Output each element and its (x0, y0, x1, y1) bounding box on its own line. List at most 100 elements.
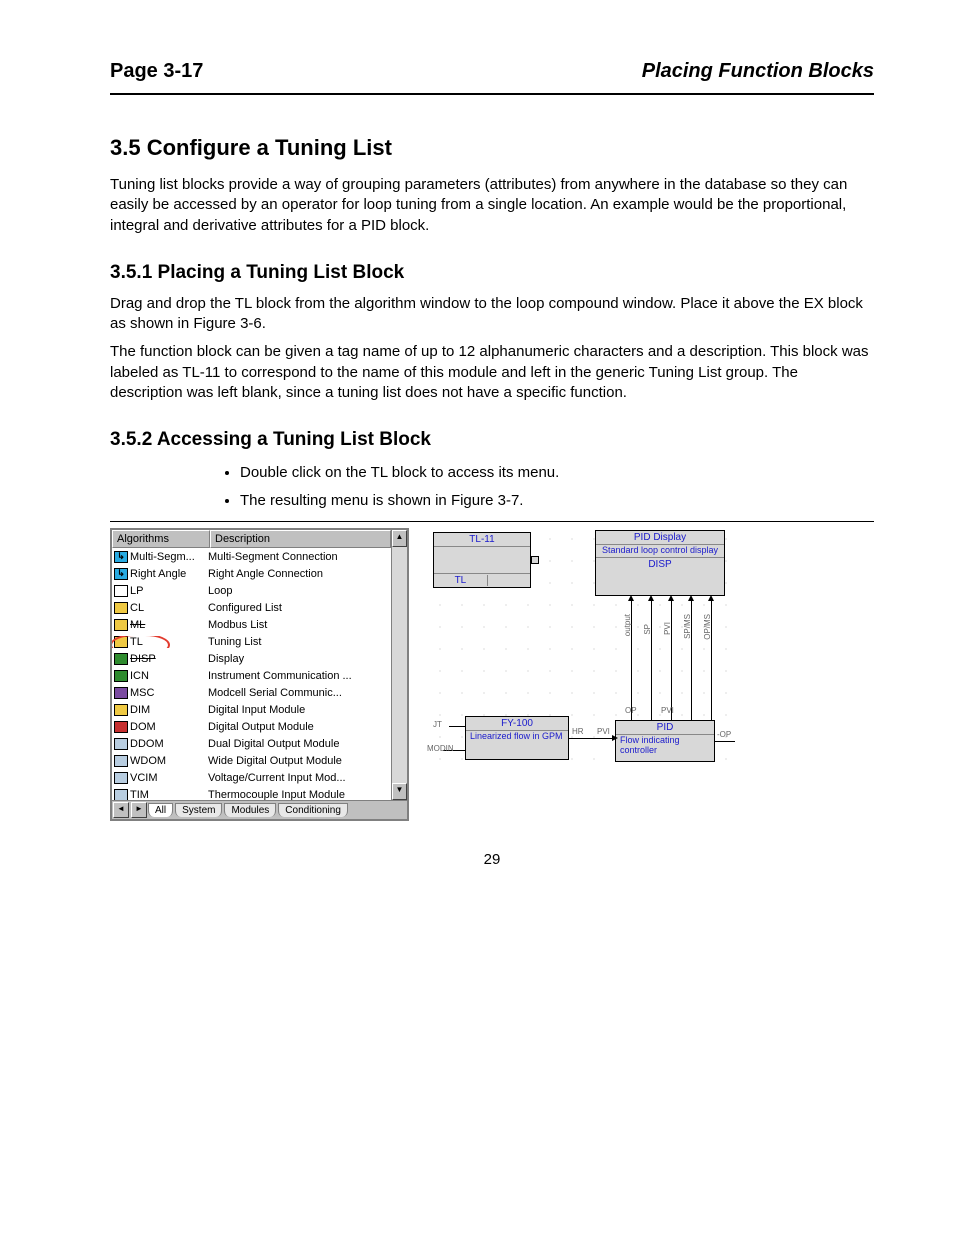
list-row[interactable]: ICN Instrument Communication ... (112, 667, 391, 684)
algorithm-icon (114, 619, 128, 631)
algorithm-desc: Right Angle Connection (206, 568, 391, 580)
arrowhead-fy-pid (612, 735, 618, 741)
pid-display-foot: DISP (596, 559, 724, 570)
algorithm-icon (114, 585, 128, 597)
list-header: Algorithms Description (112, 530, 391, 548)
hlabel-pvi2: PVI (661, 706, 674, 715)
algorithm-code: ML (130, 619, 145, 631)
algorithm-icon (114, 772, 128, 784)
algorithm-icon (114, 670, 128, 682)
list-row[interactable]: WDOMWide Digital Output Module (112, 752, 391, 769)
tab-modules[interactable]: Modules (224, 803, 276, 817)
list-row[interactable]: ML Modbus List (112, 616, 391, 633)
tl-port[interactable] (531, 556, 539, 564)
algorithm-code: VCIM (130, 772, 158, 784)
algorithm-desc: Dual Digital Output Module (206, 738, 391, 750)
tl-foot: TL (434, 575, 488, 586)
algorithm-code: LP (130, 585, 143, 597)
algorithm-code: Multi-Segm... (130, 551, 195, 563)
list-row[interactable]: TIMThermocouple Input Module (112, 786, 391, 800)
vlabel-opms: OP/MS (703, 614, 712, 640)
list-row[interactable]: ↳Right Angle Right Angle Connection (112, 565, 391, 582)
algorithm-code: MSC (130, 687, 154, 699)
pid-sub: Flow indicating controller (616, 735, 714, 757)
list-row[interactable]: DIM Digital Input Module (112, 701, 391, 718)
vlabel-output: output (623, 614, 632, 636)
pid-display-sub: Standard loop control display (596, 545, 724, 557)
algorithm-code: DOM (130, 721, 156, 733)
algorithm-code: TL (130, 636, 143, 648)
algorithm-icon: ↳ (114, 551, 128, 563)
tab-system[interactable]: System (175, 803, 222, 817)
hline-jt (449, 726, 465, 727)
hlabel-hr: HR (572, 727, 584, 736)
bullet-1: Double click on the TL block to access i… (240, 461, 874, 485)
fy-title: FY-100 (466, 717, 568, 731)
fy-sub: Linearized flow in GPM (466, 731, 568, 743)
tab-conditioning[interactable]: Conditioning (278, 803, 348, 817)
algorithm-desc: Voltage/Current Input Mod... (206, 772, 391, 784)
subsection-title-2: 3.5.2 Accessing a Tuning List Block (110, 429, 874, 451)
pid-title: PID (616, 721, 714, 735)
vlabel-spms: SP/MS (683, 614, 692, 639)
list-row[interactable]: TLTuning List (112, 633, 391, 650)
list-row[interactable]: DDOM Dual Digital Output Module (112, 735, 391, 752)
pid-block[interactable]: PID Flow indicating controller (615, 720, 715, 762)
vlabel-sp: SP (643, 624, 652, 635)
list-row[interactable]: ↳Multi-Segm...Multi-Segment Connection (112, 548, 391, 565)
algorithm-code: TIM (130, 789, 149, 801)
algorithm-desc: Digital Input Module (206, 704, 391, 716)
list-row[interactable]: VCIM Voltage/Current Input Mod... (112, 769, 391, 786)
page-label: Page 3-17 (110, 60, 203, 83)
section-title: 3.5 Configure a Tuning List (110, 135, 874, 161)
algorithm-code: DIM (130, 704, 150, 716)
hlabel-jt: JT (433, 720, 442, 729)
list-row[interactable]: MSCModcell Serial Communic... (112, 684, 391, 701)
scroll-track[interactable] (392, 547, 407, 783)
scroll-up-button[interactable]: ▲ (392, 530, 407, 547)
pid-display-title: PID Display (596, 531, 724, 545)
algorithm-icon (114, 636, 128, 648)
list-header-algorithms[interactable]: Algorithms (112, 530, 210, 548)
tab-scroll-left[interactable]: ◄ (113, 802, 129, 818)
algorithm-desc: Instrument Communication ... (206, 670, 391, 682)
sub1-para1: Drag and drop the TL block from the algo… (110, 294, 874, 335)
block-diagram: TL-11 TL PID Display Standard loop contr… (429, 528, 735, 778)
algorithm-desc: Modbus List (206, 619, 391, 631)
algorithm-icon (114, 687, 128, 699)
list-row[interactable]: DOM Digital Output Module (112, 718, 391, 735)
list-row[interactable]: LP Loop (112, 582, 391, 599)
algorithm-desc: Loop (206, 585, 391, 597)
tl-block[interactable]: TL-11 TL (433, 532, 531, 588)
sub1-para2: The function block can be given a tag na… (110, 342, 874, 403)
algorithm-code: ICN (130, 670, 149, 682)
tabs-bar: ◄ ► AllSystemModulesConditioning (112, 800, 407, 819)
algorithm-code: DDOM (130, 738, 164, 750)
list-row[interactable]: CL Configured List (112, 599, 391, 616)
hline-fy-pid (569, 738, 615, 739)
algorithm-desc: Configured List (206, 602, 391, 614)
arrow-pvi (671, 600, 672, 720)
pid-display-block[interactable]: PID Display Standard loop control displa… (595, 530, 725, 596)
algorithm-icon (114, 789, 128, 801)
tab-all[interactable]: All (148, 803, 173, 817)
hlabel-opr: -OP (717, 730, 731, 739)
algorithm-code: WDOM (130, 755, 166, 767)
thin-rule (110, 521, 874, 522)
algorithm-code: CL (130, 602, 144, 614)
algorithm-icon (114, 721, 128, 733)
fy-block[interactable]: FY-100 Linearized flow in GPM (465, 716, 569, 760)
list-row[interactable]: DISPDisplay (112, 650, 391, 667)
vertical-scrollbar[interactable]: ▲ ▼ (391, 530, 407, 800)
algorithm-code: DISP (130, 653, 156, 665)
arrow-sp (651, 600, 652, 720)
algorithm-desc: Digital Output Module (206, 721, 391, 733)
intro-paragraph: Tuning list blocks provide a way of grou… (110, 175, 874, 236)
hline-pid-out (715, 741, 735, 742)
algorithm-icon: ↳ (114, 568, 128, 580)
list-header-description[interactable]: Description (210, 530, 391, 548)
scroll-down-button[interactable]: ▼ (392, 783, 407, 800)
algorithm-code: Right Angle (130, 568, 186, 580)
hlabel-pvi3: PVI (597, 727, 610, 736)
tab-scroll-right[interactable]: ► (131, 802, 147, 818)
